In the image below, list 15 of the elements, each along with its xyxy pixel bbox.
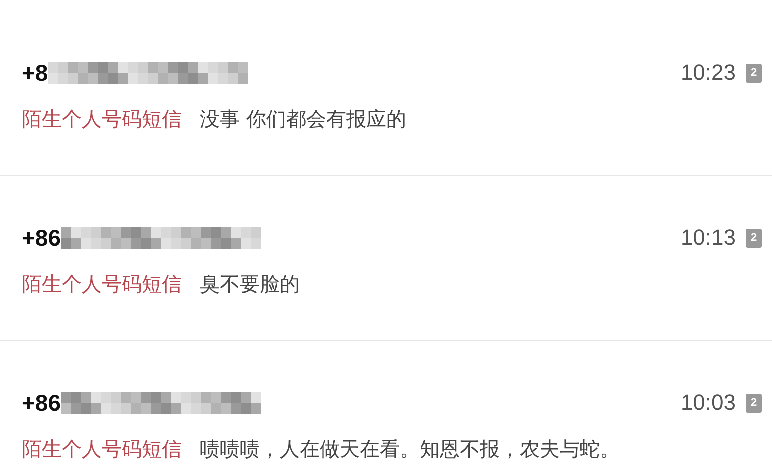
message-time: 10:23: [680, 60, 736, 86]
message-preview: 啧啧啧，人在做天在看。知恩不报，农夫与蛇。: [200, 436, 620, 462]
phone-number: +86: [22, 390, 62, 416]
sender-category: 陌生个人号码短信: [22, 270, 182, 298]
message-time: 10:13: [680, 225, 736, 251]
message-time: 10:03: [680, 390, 736, 416]
message-preview: 臭不要脸的: [200, 270, 300, 298]
sim-badge: 2: [746, 64, 762, 82]
sender-category: 陌生个人号码短信: [22, 106, 182, 132]
message-preview: 没事 你们都会有报应的: [200, 106, 406, 132]
sim-badge: 2: [746, 394, 762, 412]
sim-badge: 2: [746, 228, 762, 248]
sender-category: 陌生个人号码短信: [22, 436, 182, 462]
phone-number: +86: [22, 224, 62, 252]
phone-number: +8: [22, 60, 48, 86]
